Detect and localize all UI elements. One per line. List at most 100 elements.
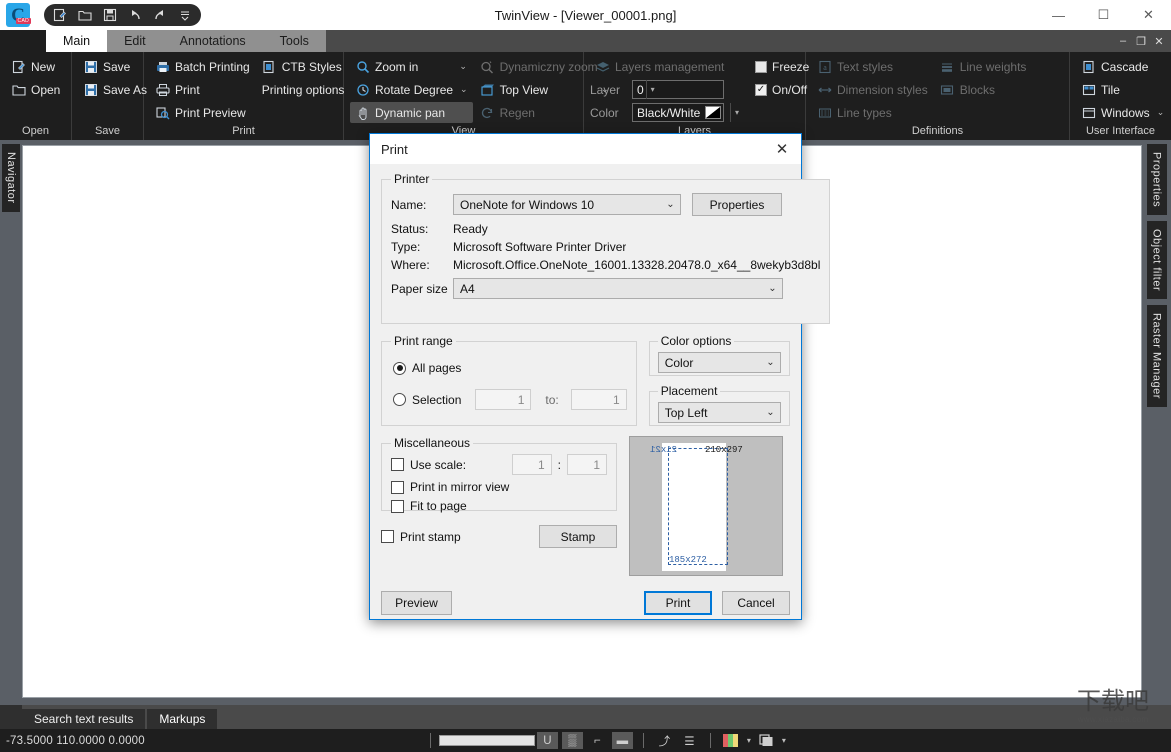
layer-chevron-down-icon[interactable]: ▾: [646, 80, 659, 99]
fit-to-page-row[interactable]: Fit to page: [391, 499, 607, 513]
ribbon-open-button[interactable]: Open: [6, 79, 65, 100]
fit-to-page-checkbox[interactable]: [391, 500, 404, 513]
osnap-icon[interactable]: U: [537, 732, 558, 749]
ribbon-print-button[interactable]: Print: [150, 79, 255, 100]
tab-tools[interactable]: Tools: [263, 30, 326, 52]
paper-size-combobox[interactable]: A4 ⌄: [453, 278, 783, 299]
ribbon-print-preview-button[interactable]: Print Preview: [150, 102, 255, 123]
save-disk-icon[interactable]: [100, 6, 120, 24]
placement-combobox[interactable]: Top Left ⌄: [658, 402, 781, 423]
scale-left-input[interactable]: 1: [512, 454, 552, 475]
cancel-button[interactable]: Cancel: [722, 591, 790, 615]
color-combobox[interactable]: Black/White: [632, 103, 724, 122]
color-label: Color: [590, 106, 628, 120]
mirror-view-checkbox[interactable]: [391, 481, 404, 494]
paper-size-label: Paper size: [391, 282, 453, 296]
ribbon-zoom-in-button[interactable]: Zoom in ⌄: [350, 56, 473, 77]
sidebar-item-properties[interactable]: Properties: [1147, 144, 1167, 215]
ctb-styles-icon: [262, 59, 277, 74]
lineweight-icon[interactable]: ▬: [612, 732, 633, 749]
ribbon-text-styles-label: Text styles: [837, 60, 893, 74]
grid-icon[interactable]: ▒: [562, 732, 583, 749]
layer-field-row: Layer 0 ▾: [590, 79, 743, 100]
new-document-icon[interactable]: [50, 6, 70, 24]
sidebar-item-object-filter[interactable]: Object filter: [1147, 221, 1167, 299]
open-folder-icon[interactable]: [75, 6, 95, 24]
printer-properties-button[interactable]: Properties: [692, 193, 782, 216]
tab-annotations[interactable]: Annotations: [163, 30, 263, 52]
tab-edit[interactable]: Edit: [107, 30, 163, 52]
tab-markups[interactable]: Markups: [147, 709, 217, 729]
windows-chevron-down-icon[interactable]: ⌄: [1157, 107, 1165, 118]
color-swatch-icon: [705, 106, 721, 119]
selection-from-input[interactable]: 1: [475, 389, 531, 410]
placement-chevron-down-icon[interactable]: ⌄: [761, 403, 780, 422]
print-stamp-checkbox[interactable]: [381, 530, 394, 543]
freeze-checkbox-row[interactable]: Freeze: [751, 56, 813, 77]
selection-radio[interactable]: [393, 393, 406, 406]
ribbon-new-button[interactable]: New: [6, 56, 65, 77]
preview-button[interactable]: Preview: [381, 591, 452, 615]
selection-to-input[interactable]: 1: [571, 389, 627, 410]
ribbon-rotate-degree-button[interactable]: Rotate Degree ⌄: [350, 79, 473, 100]
doc-restore-button[interactable]: ❐: [1133, 32, 1149, 50]
onoff-checkbox-row[interactable]: On/Off: [751, 79, 813, 100]
layer-value: 0: [637, 83, 644, 97]
rotate-degree-chevron-down-icon[interactable]: ⌄: [460, 84, 468, 95]
customize-chevron-icon[interactable]: [175, 6, 195, 24]
print-stamp-row: Print stamp Stamp: [381, 525, 617, 548]
ribbon-printing-options-button[interactable]: Printing options: [257, 79, 350, 100]
printer-name-combobox[interactable]: OneNote for Windows 10 ⌄: [453, 194, 681, 215]
doc-close-button[interactable]: ✕: [1151, 32, 1167, 50]
close-button[interactable]: ✕: [1126, 0, 1171, 30]
all-pages-radio-row[interactable]: All pages: [393, 361, 627, 375]
print-dialog-title: Print: [381, 142, 408, 157]
onoff-checkbox[interactable]: [755, 84, 767, 96]
ribbon-save-button[interactable]: Save: [78, 56, 152, 77]
paper-size-chevron-down-icon[interactable]: ⌄: [763, 279, 782, 298]
use-scale-checkbox[interactable]: [391, 458, 404, 471]
all-pages-radio[interactable]: [393, 362, 406, 375]
color-chevron-down-icon[interactable]: ▾: [730, 103, 743, 122]
ribbon-save-as-button[interactable]: Save As: [78, 79, 152, 100]
color-palette-chevron-down-icon[interactable]: ▾: [747, 736, 751, 745]
maximize-button[interactable]: ☐: [1081, 0, 1126, 30]
sidebar-item-navigator[interactable]: Navigator: [2, 144, 20, 212]
ribbon-dynamic-pan-button[interactable]: Dynamic pan: [350, 102, 473, 123]
color-palette-icon[interactable]: [721, 732, 742, 749]
print-button[interactable]: Print: [644, 591, 712, 615]
tab-search-text-results[interactable]: Search text results: [22, 709, 145, 729]
sidebar-item-raster-manager[interactable]: Raster Manager: [1147, 305, 1167, 407]
ribbon-ctb-styles-button[interactable]: CTB Styles: [257, 56, 350, 77]
printer-name-chevron-down-icon[interactable]: ⌄: [661, 195, 680, 214]
layer-stack-icon[interactable]: [756, 732, 777, 749]
scale-right-input[interactable]: 1: [567, 454, 607, 475]
minimize-button[interactable]: —: [1036, 0, 1081, 30]
ortho-icon[interactable]: ⌐: [587, 732, 608, 749]
color-options-chevron-down-icon[interactable]: ⌄: [761, 353, 780, 372]
layer-combobox[interactable]: 0 ▾: [632, 80, 724, 99]
layer-stack-chevron-down-icon[interactable]: ▾: [782, 736, 786, 745]
ribbon-batch-printing-button[interactable]: Batch Printing: [150, 56, 255, 77]
batch-printing-icon: [155, 59, 170, 74]
selection-radio-row[interactable]: Selection 1 to: 1: [393, 389, 627, 410]
document-window-controls: – ❐ ✕: [1115, 30, 1171, 52]
print-dialog-close-button[interactable]: ✕: [763, 134, 801, 164]
redo-arrow-icon[interactable]: [150, 6, 170, 24]
color-options-combobox[interactable]: Color ⌄: [658, 352, 781, 373]
ribbon-windows-button[interactable]: Windows ⌄: [1076, 102, 1169, 123]
freeze-checkbox[interactable]: [755, 61, 767, 73]
mirror-view-row[interactable]: Print in mirror view: [391, 480, 607, 494]
selection-to-label: to:: [545, 393, 558, 407]
stamp-button[interactable]: Stamp: [539, 525, 617, 548]
ribbon-tile-button[interactable]: Tile: [1076, 79, 1169, 100]
zoom-in-chevron-down-icon[interactable]: ⌄: [459, 61, 467, 72]
undo-arrow-icon[interactable]: [125, 6, 145, 24]
use-scale-row[interactable]: Use scale: 1 : 1: [391, 454, 607, 475]
doc-minimize-button[interactable]: –: [1115, 32, 1131, 50]
tab-main[interactable]: Main: [46, 30, 107, 52]
measure-tool-icon[interactable]: ⤴: [654, 732, 675, 749]
menu-lines-icon[interactable]: ☰: [679, 732, 700, 749]
ribbon-cascade-button[interactable]: Cascade: [1076, 56, 1169, 77]
open-folder-icon: [11, 82, 26, 97]
